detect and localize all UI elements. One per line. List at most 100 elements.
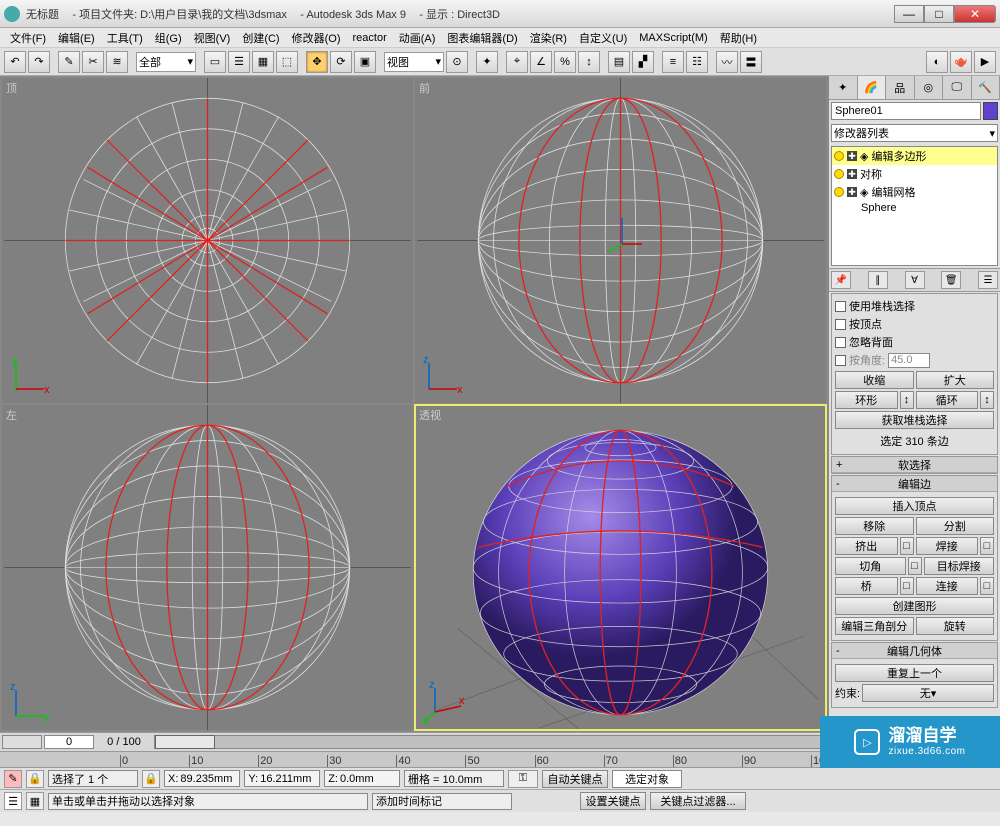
- mirror-button[interactable]: ▞: [632, 51, 654, 73]
- viewport-top[interactable]: 顶 yx: [2, 78, 413, 403]
- lock-selection-icon[interactable]: 🔒: [26, 770, 44, 788]
- make-unique-button[interactable]: ∀: [905, 271, 925, 289]
- maximize-button[interactable]: □: [924, 5, 954, 23]
- angle-spinner[interactable]: 45.0: [888, 353, 930, 368]
- repeat-last-button[interactable]: 重复上一个: [835, 664, 994, 682]
- key-filters-button[interactable]: 关键点过滤器...: [650, 792, 746, 810]
- quick-render-button[interactable]: ▶: [974, 51, 996, 73]
- extrude-button[interactable]: 挤出: [835, 537, 898, 555]
- link-button[interactable]: ✎: [58, 51, 80, 73]
- object-name-input[interactable]: [831, 102, 981, 120]
- track-bar-left[interactable]: [2, 735, 42, 749]
- connect-settings-button[interactable]: □: [980, 577, 994, 595]
- soft-selection-rollout[interactable]: +软选择: [831, 456, 998, 474]
- shrink-button[interactable]: 收缩: [835, 371, 914, 389]
- menu-create[interactable]: 创建(C): [236, 28, 285, 48]
- lock-icon[interactable]: 🔒: [142, 770, 160, 788]
- bridge-button[interactable]: 桥: [835, 577, 898, 595]
- move-button[interactable]: ✥: [306, 51, 328, 73]
- chamfer-button[interactable]: 切角: [835, 557, 906, 575]
- menu-customize[interactable]: 自定义(U): [573, 28, 633, 48]
- menu-modifiers[interactable]: 修改器(O): [286, 28, 347, 48]
- minimize-button[interactable]: —: [894, 5, 924, 23]
- show-end-result-button[interactable]: ∥: [868, 271, 888, 289]
- undo-button[interactable]: ↶: [4, 51, 26, 73]
- pin-stack-button[interactable]: 📌: [831, 271, 851, 289]
- window-crossing-button[interactable]: ⬚: [276, 51, 298, 73]
- angle-snap-button[interactable]: ∠: [530, 51, 552, 73]
- by-angle-checkbox[interactable]: [835, 355, 846, 366]
- menu-graph[interactable]: 图表编辑器(D): [441, 28, 523, 48]
- rotate-button[interactable]: ⟳: [330, 51, 352, 73]
- set-key-button[interactable]: 设置关键点: [580, 792, 646, 810]
- material-editor-button[interactable]: ◐: [926, 51, 948, 73]
- spinner-snap-button[interactable]: ↕: [578, 51, 600, 73]
- snap-toggle-button[interactable]: ⌖: [506, 51, 528, 73]
- menu-edit[interactable]: 编辑(E): [52, 28, 101, 48]
- grow-button[interactable]: 扩大: [916, 371, 995, 389]
- turn-button[interactable]: 旋转: [916, 617, 995, 635]
- scale-button[interactable]: ▣: [354, 51, 376, 73]
- get-stack-sel-button[interactable]: 获取堆栈选择: [835, 411, 994, 429]
- configure-sets-button[interactable]: ☰: [978, 271, 998, 289]
- prompt-icon[interactable]: ☰: [4, 792, 22, 810]
- named-sel-button[interactable]: ▤: [608, 51, 630, 73]
- auto-key-button[interactable]: 自动关键点: [542, 770, 608, 788]
- ignore-backface-checkbox[interactable]: [835, 337, 846, 348]
- modifier-stack[interactable]: ✚◈编辑多边形 ✚对称 ✚◈编辑网格 Sphere: [831, 146, 998, 266]
- use-stack-checkbox[interactable]: [835, 301, 846, 312]
- select-region-button[interactable]: ▦: [252, 51, 274, 73]
- insert-vertex-button[interactable]: 插入顶点: [835, 497, 994, 515]
- select-manipulate-button[interactable]: ✦: [476, 51, 498, 73]
- menu-group[interactable]: 组(G): [149, 28, 188, 48]
- motion-tab[interactable]: ◎: [915, 76, 944, 99]
- bridge-settings-button[interactable]: □: [900, 577, 914, 595]
- stack-item-symmetry[interactable]: ✚对称: [832, 165, 997, 183]
- create-tab[interactable]: ✦: [829, 76, 858, 99]
- loop-button[interactable]: 循环: [916, 391, 979, 409]
- constraints-dropdown[interactable]: 无 ▾: [862, 684, 994, 702]
- y-coord-field[interactable]: Y:: [244, 770, 320, 787]
- extrude-settings-button[interactable]: □: [900, 537, 914, 555]
- percent-snap-button[interactable]: %: [554, 51, 576, 73]
- connect-button[interactable]: 连接: [916, 577, 979, 595]
- by-vertex-checkbox[interactable]: [835, 319, 846, 330]
- redo-button[interactable]: ↷: [28, 51, 50, 73]
- ring-button[interactable]: 环形: [835, 391, 898, 409]
- menu-maxscript[interactable]: MAXScript(M): [633, 30, 713, 46]
- x-coord-field[interactable]: X:: [164, 770, 240, 787]
- utilities-tab[interactable]: 🔨: [972, 76, 1000, 99]
- z-coord-field[interactable]: Z:: [324, 770, 400, 787]
- selected-dropdown[interactable]: 选定对象: [612, 770, 682, 788]
- menu-views[interactable]: 视图(V): [188, 28, 237, 48]
- weld-settings-button[interactable]: □: [980, 537, 994, 555]
- pivot-button[interactable]: ⊙: [446, 51, 468, 73]
- bind-spacewarp-button[interactable]: ≋: [106, 51, 128, 73]
- curve-editor-button[interactable]: 〰: [716, 51, 738, 73]
- render-scene-button[interactable]: 🫖: [950, 51, 972, 73]
- stack-item-editmesh[interactable]: ✚◈编辑网格: [832, 183, 997, 201]
- key-mode-icon[interactable]: ⚿: [508, 770, 538, 788]
- menu-render[interactable]: 渲染(R): [524, 28, 573, 48]
- stack-item-editpoly[interactable]: ✚◈编辑多边形: [832, 147, 997, 165]
- viewport-perspective[interactable]: 透视: [415, 405, 826, 730]
- close-button[interactable]: ✕: [954, 5, 996, 23]
- modify-tab[interactable]: 🌈: [858, 76, 887, 99]
- weld-button[interactable]: 焊接: [916, 537, 979, 555]
- layers-button[interactable]: ☷: [686, 51, 708, 73]
- time-slider-thumb[interactable]: [155, 735, 215, 749]
- current-frame-field[interactable]: 0: [44, 735, 94, 749]
- split-button[interactable]: 分割: [916, 517, 995, 535]
- maxscript-listener-icon[interactable]: ✎: [4, 770, 22, 788]
- modifier-list-dropdown[interactable]: 修改器列表▾: [831, 124, 998, 142]
- ref-coord-dropdown[interactable]: 视图▾: [384, 52, 444, 72]
- hierarchy-tab[interactable]: 品: [886, 76, 915, 99]
- ring-spinner[interactable]: ↕: [900, 391, 914, 409]
- chamfer-settings-button[interactable]: □: [908, 557, 922, 575]
- menu-file[interactable]: 文件(F): [4, 28, 52, 48]
- loop-spinner[interactable]: ↕: [980, 391, 994, 409]
- comm-center-icon[interactable]: ▦: [26, 792, 44, 810]
- time-tag-field[interactable]: 添加时间标记: [372, 793, 512, 810]
- select-name-button[interactable]: ☰: [228, 51, 250, 73]
- menu-help[interactable]: 帮助(H): [714, 28, 763, 48]
